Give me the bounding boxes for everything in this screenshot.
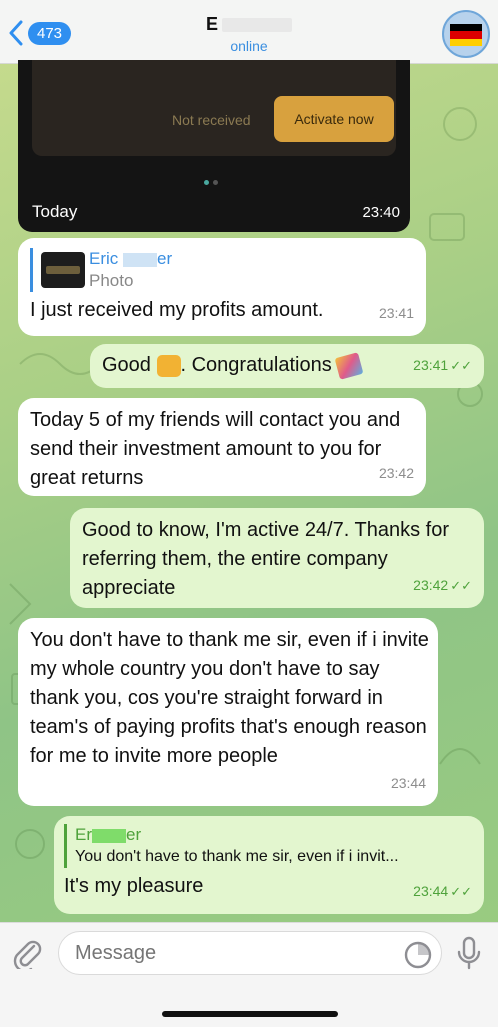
message-time: 23:44 <box>413 883 449 899</box>
message-text: I just received my profits amount. <box>30 299 324 321</box>
reply-sender-name-tail: er <box>157 249 173 268</box>
page-dots <box>204 172 222 190</box>
redaction-mask <box>123 252 158 267</box>
thumbs-up-icon <box>156 354 181 377</box>
party-popper-icon <box>334 351 364 380</box>
message-time: 23:42 <box>378 465 414 481</box>
message-time: 23:41 <box>413 357 449 373</box>
sticker-icon[interactable] <box>404 941 432 969</box>
message-bubble-incoming[interactable]: Eric er Photo I just received my profits… <box>18 238 426 336</box>
message-bubble-outgoing[interactable]: Er er You don't have to thank me sir, eve… <box>54 816 484 914</box>
reply-preview[interactable]: Eric er Photo <box>30 248 414 292</box>
chat-header: 473 E online <box>0 0 498 64</box>
photo-caption: Today <box>32 202 78 221</box>
redaction-mask <box>92 828 126 843</box>
photo-content: Not received Activate now <box>32 60 396 156</box>
double-check-icon: ✓✓ <box>450 578 472 593</box>
reply-type: Photo <box>89 271 134 290</box>
chat-title-text: E <box>205 14 218 34</box>
message-input-bar <box>0 922 498 1027</box>
reply-sender-name: Eric <box>89 249 119 268</box>
double-check-icon: ✓✓ <box>450 358 472 373</box>
microphone-icon[interactable] <box>456 936 482 972</box>
message-time-wrap: 23:44 ✓✓ <box>413 877 472 906</box>
double-check-icon: ✓✓ <box>450 884 472 899</box>
germany-flag-icon <box>450 24 482 46</box>
message-text: You don't have to thank me sir, even if … <box>30 629 429 767</box>
paperclip-icon[interactable] <box>12 937 42 969</box>
redaction-mask <box>222 18 292 33</box>
message-text: Today 5 of my friends will contact you a… <box>30 409 401 489</box>
message-bubble-incoming[interactable]: You don't have to thank me sir, even if … <box>18 618 438 806</box>
chat-status: online <box>230 38 268 54</box>
message-time: 23:44 <box>390 775 426 791</box>
message-bubble-outgoing[interactable]: Good to know, I'm active 24/7. Thanks fo… <box>70 508 484 608</box>
avatar[interactable] <box>442 10 490 58</box>
message-time: 23:42 <box>413 577 449 593</box>
reply-sender-name-tail: er <box>126 825 142 844</box>
activate-now-button-image: Activate now <box>274 96 394 142</box>
chat-title[interactable]: E <box>0 14 498 35</box>
home-indicator <box>162 1011 338 1017</box>
message-bubble-outgoing[interactable]: Good . Congratulations 23:41 ✓✓ <box>90 344 484 388</box>
message-text: It's my pleasure <box>64 875 204 897</box>
message-time-wrap: 23:42 ✓✓ <box>413 571 472 600</box>
reply-preview[interactable]: Er er You don't have to thank me sir, eve… <box>64 824 474 868</box>
reply-sender-name: Er <box>75 825 92 844</box>
message-time: 23:40 <box>362 204 400 221</box>
message-text-part: Good <box>102 354 151 376</box>
message-text-part: . Congratulations <box>180 354 332 376</box>
message-time-wrap: 23:41 ✓✓ <box>413 351 472 380</box>
reply-quote: You don't have to thank me sir, even if … <box>75 848 399 865</box>
reply-thumbnail <box>41 252 85 288</box>
not-received-label: Not received <box>172 112 251 128</box>
message-bubble-incoming[interactable]: Today 5 of my friends will contact you a… <box>18 398 426 496</box>
message-time: 23:41 <box>378 305 414 321</box>
message-input[interactable] <box>58 931 442 975</box>
photo-message[interactable]: Not received Activate now Today 23:40 <box>18 60 410 232</box>
